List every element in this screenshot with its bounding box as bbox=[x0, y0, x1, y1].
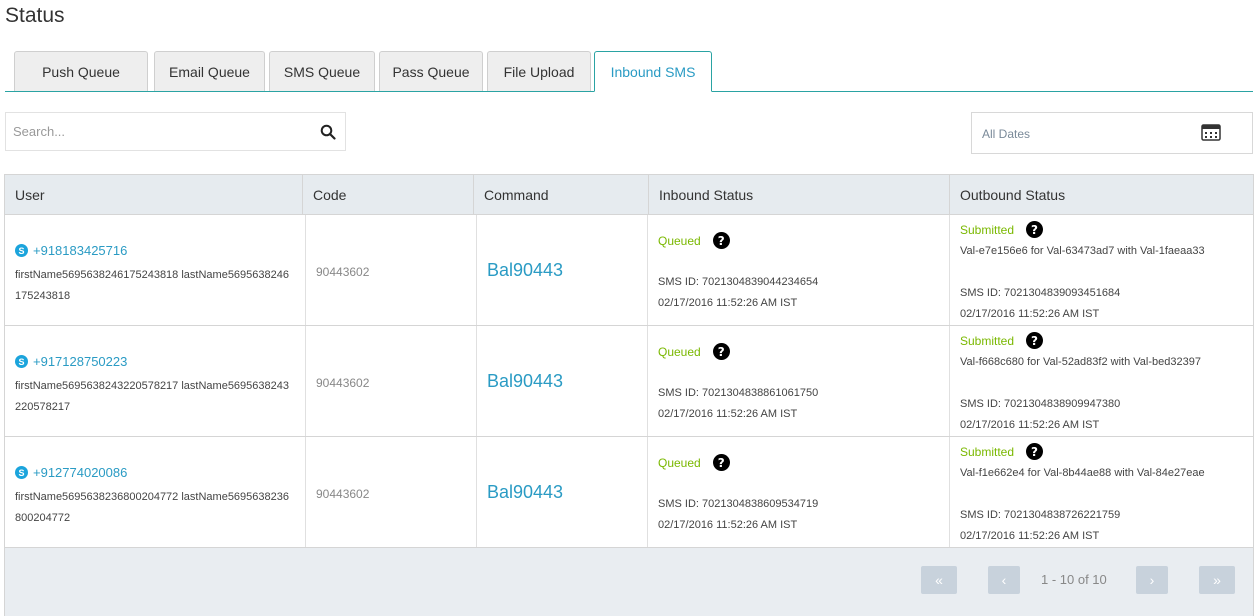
column-header-inbound-status[interactable]: Inbound Status bbox=[649, 175, 950, 215]
first-page-button[interactable]: « bbox=[921, 566, 957, 594]
outbound-timestamp: 02/17/2016 11:52:26 AM IST bbox=[960, 419, 1100, 431]
search-icon[interactable] bbox=[320, 124, 336, 140]
date-filter[interactable]: All Dates bbox=[971, 112, 1253, 154]
inbound-sms-table: User Code Command Inbound Status Outboun… bbox=[4, 174, 1254, 616]
inbound-timestamp: 02/17/2016 11:52:26 AM IST bbox=[658, 408, 798, 420]
search-box bbox=[5, 112, 346, 151]
user-phone-link[interactable]: S +912774020086 bbox=[15, 465, 127, 480]
pagination: « ‹ 1 - 10 of 10 › » bbox=[5, 548, 1253, 616]
code-value: 90443602 bbox=[316, 265, 370, 279]
user-full-name: firstName5695638236800204772 lastName569… bbox=[15, 491, 289, 524]
pagination-info: 1 - 10 of 10 bbox=[1041, 572, 1107, 587]
inbound-status-label: Queued bbox=[658, 455, 701, 470]
column-header-code[interactable]: Code bbox=[303, 175, 474, 215]
status-tabs: Push Queue Email Queue SMS Queue Pass Qu… bbox=[5, 51, 1253, 92]
outbound-status-cell: Submitted ? Val-e7e156e6 for Val-63473ad… bbox=[950, 215, 1253, 325]
inbound-status-cell: Queued ? SMS ID: 7021304838609534719 02/… bbox=[648, 437, 950, 547]
tab-push-queue[interactable]: Push Queue bbox=[14, 51, 148, 91]
command-cell: Bal90443 bbox=[477, 326, 648, 436]
help-icon[interactable]: ? bbox=[1026, 332, 1044, 349]
help-icon[interactable]: ? bbox=[712, 343, 730, 360]
user-cell: S +918183425716 firstName569563824617524… bbox=[5, 215, 306, 325]
help-icon[interactable]: ? bbox=[712, 232, 730, 249]
user-phone[interactable]: +918183425716 bbox=[33, 243, 127, 258]
column-header-outbound-status[interactable]: Outbound Status bbox=[950, 175, 1253, 215]
code-value: 90443602 bbox=[316, 376, 370, 390]
command-link[interactable]: Bal90443 bbox=[487, 371, 563, 392]
user-full-name: firstName5695638243220578217 lastName569… bbox=[15, 380, 289, 413]
inbound-timestamp: 02/17/2016 11:52:26 AM IST bbox=[658, 297, 798, 309]
command-cell: Bal90443 bbox=[477, 437, 648, 547]
outbound-detail: Val-f1e662e4 for Val-8b44ae88 with Val-8… bbox=[960, 467, 1205, 479]
inbound-status-cell: Queued ? SMS ID: 7021304839044234654 02/… bbox=[648, 215, 950, 325]
outbound-sms-id: SMS ID: 7021304838726221759 bbox=[960, 509, 1121, 521]
help-icon[interactable]: ? bbox=[712, 454, 730, 471]
tab-sms-queue[interactable]: SMS Queue bbox=[269, 51, 375, 91]
outbound-status-label: Submitted bbox=[960, 444, 1015, 459]
table-row: S +912774020086 firstName569563823680020… bbox=[5, 437, 1253, 548]
prev-page-button[interactable]: ‹ bbox=[988, 566, 1020, 594]
user-phone[interactable]: +917128750223 bbox=[33, 354, 127, 369]
user-cell: S +912774020086 firstName569563823680020… bbox=[5, 437, 306, 547]
code-cell: 90443602 bbox=[306, 326, 477, 436]
outbound-status-cell: Submitted ? Val-f1e662e4 for Val-8b44ae8… bbox=[950, 437, 1253, 547]
outbound-detail: Val-f668c680 for Val-52ad83f2 with Val-b… bbox=[960, 356, 1201, 368]
code-cell: 90443602 bbox=[306, 215, 477, 325]
outbound-timestamp: 02/17/2016 11:52:26 AM IST bbox=[960, 308, 1100, 320]
command-link[interactable]: Bal90443 bbox=[487, 260, 563, 281]
inbound-status-cell: Queued ? SMS ID: 7021304838861061750 02/… bbox=[648, 326, 950, 436]
column-header-command[interactable]: Command bbox=[474, 175, 649, 215]
outbound-sms-id: SMS ID: 7021304838909947380 bbox=[960, 398, 1121, 410]
user-full-name: firstName5695638246175243818 lastName569… bbox=[15, 269, 289, 302]
outbound-status-label: Submitted bbox=[960, 333, 1015, 348]
next-page-button[interactable]: › bbox=[1136, 566, 1168, 594]
user-cell: S +917128750223 firstName569563824322057… bbox=[5, 326, 306, 436]
inbound-sms-id: SMS ID: 7021304838609534719 bbox=[658, 498, 819, 510]
date-filter-label: All Dates bbox=[982, 127, 1031, 141]
table-row: S +918183425716 firstName569563824617524… bbox=[5, 215, 1253, 326]
code-cell: 90443602 bbox=[306, 437, 477, 547]
table-row: S +917128750223 firstName569563824322057… bbox=[5, 326, 1253, 437]
search-input[interactable] bbox=[6, 113, 306, 150]
command-cell: Bal90443 bbox=[477, 215, 648, 325]
outbound-sms-id: SMS ID: 7021304839093451684 bbox=[960, 287, 1121, 299]
help-icon[interactable]: ? bbox=[1026, 221, 1044, 238]
inbound-sms-id: SMS ID: 7021304838861061750 bbox=[658, 387, 819, 399]
page-title: Status bbox=[5, 4, 65, 27]
code-value: 90443602 bbox=[316, 487, 370, 501]
skype-icon: S bbox=[15, 466, 28, 479]
last-page-button[interactable]: » bbox=[1199, 566, 1235, 594]
inbound-status-label: Queued bbox=[658, 344, 701, 359]
tab-email-queue[interactable]: Email Queue bbox=[154, 51, 265, 91]
outbound-detail: Val-e7e156e6 for Val-63473ad7 with Val-1… bbox=[960, 245, 1205, 257]
inbound-sms-id: SMS ID: 7021304839044234654 bbox=[658, 276, 819, 288]
outbound-status-cell: Submitted ? Val-f668c680 for Val-52ad83f… bbox=[950, 326, 1253, 436]
column-header-user[interactable]: User bbox=[5, 175, 303, 215]
calendar-icon[interactable] bbox=[1201, 123, 1221, 141]
tab-inbound-sms[interactable]: Inbound SMS bbox=[594, 51, 712, 92]
outbound-timestamp: 02/17/2016 11:52:26 AM IST bbox=[960, 530, 1100, 542]
table-header: User Code Command Inbound Status Outboun… bbox=[5, 175, 1253, 215]
skype-icon: S bbox=[15, 244, 28, 257]
user-phone-link[interactable]: S +918183425716 bbox=[15, 243, 127, 258]
inbound-status-label: Queued bbox=[658, 233, 701, 248]
inbound-timestamp: 02/17/2016 11:52:26 AM IST bbox=[658, 519, 798, 531]
skype-icon: S bbox=[15, 355, 28, 368]
tab-file-upload[interactable]: File Upload bbox=[487, 51, 591, 91]
user-phone[interactable]: +912774020086 bbox=[33, 465, 127, 480]
outbound-status-label: Submitted bbox=[960, 222, 1015, 237]
tab-pass-queue[interactable]: Pass Queue bbox=[379, 51, 483, 91]
command-link[interactable]: Bal90443 bbox=[487, 482, 563, 503]
user-phone-link[interactable]: S +917128750223 bbox=[15, 354, 127, 369]
help-icon[interactable]: ? bbox=[1026, 443, 1044, 460]
